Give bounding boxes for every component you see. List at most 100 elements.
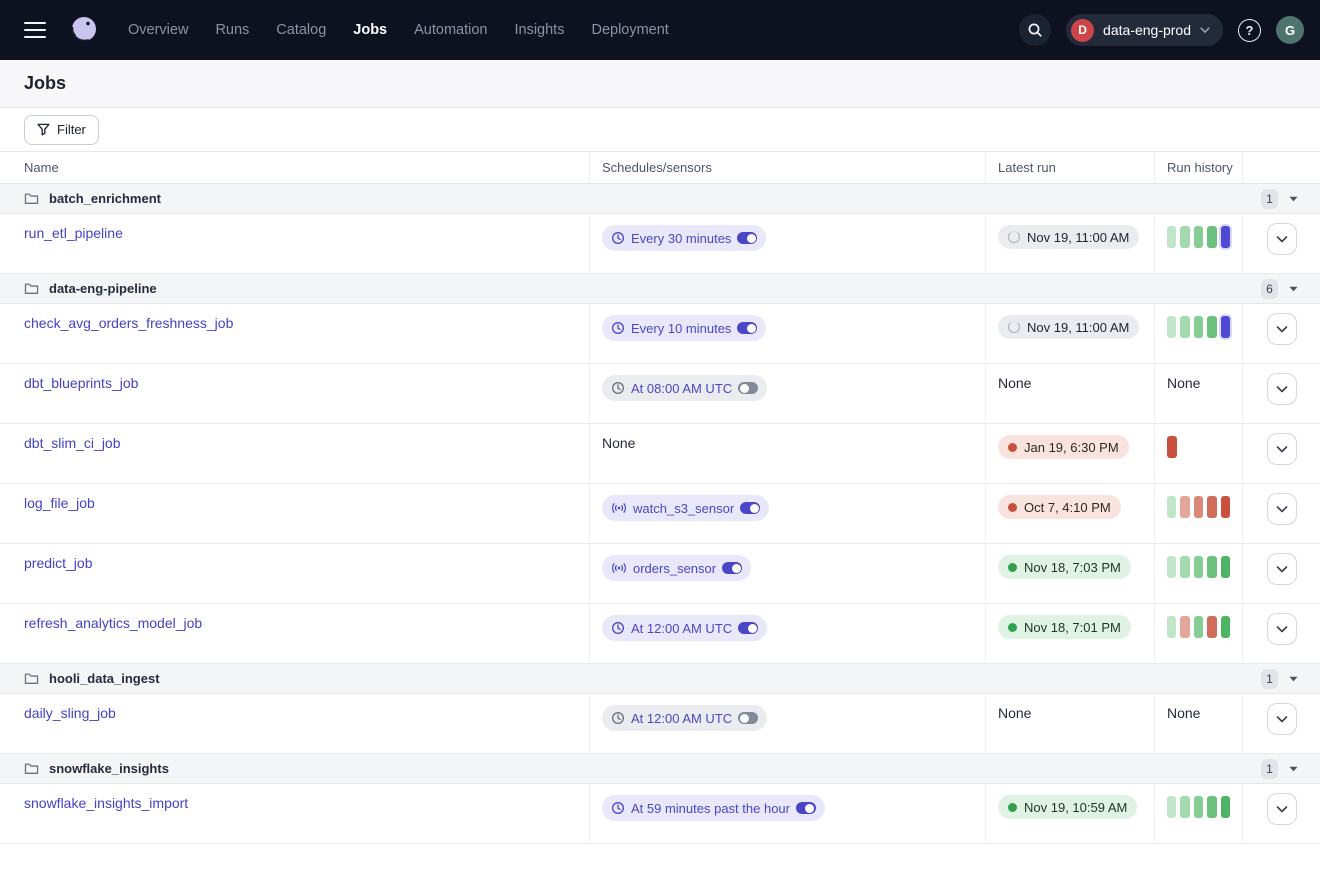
run-chip-success[interactable] [1167, 496, 1176, 518]
group-row[interactable]: hooli_data_ingest1 [0, 664, 1320, 694]
nav-item-catalog[interactable]: Catalog [276, 22, 326, 38]
run-chip-failure[interactable] [1167, 436, 1177, 458]
row-expand-button[interactable] [1267, 433, 1297, 465]
row-expand-button[interactable] [1267, 223, 1297, 255]
deployment-switcher[interactable]: D data-eng-prod [1066, 14, 1223, 46]
row-expand-button[interactable] [1267, 613, 1297, 645]
latest-run-pill[interactable]: Oct 7, 4:10 PM [998, 495, 1121, 519]
job-name-link[interactable]: log_file_job [24, 495, 95, 511]
schedule-pill[interactable]: At 12:00 AM UTC [602, 615, 767, 641]
job-name-link[interactable]: check_avg_orders_freshness_job [24, 315, 233, 331]
run-chip-failure[interactable] [1207, 616, 1216, 638]
latest-run-pill[interactable]: Nov 19, 11:00 AM [998, 315, 1139, 339]
latest-run-pill[interactable]: Jan 19, 6:30 PM [998, 435, 1129, 459]
deployment-name: data-eng-prod [1103, 22, 1191, 38]
schedule-toggle[interactable] [796, 802, 816, 814]
run-chip-success[interactable] [1194, 796, 1203, 818]
run-chip-success[interactable] [1221, 796, 1230, 818]
run-history-chips [1167, 615, 1230, 638]
latest-run-pill[interactable]: Nov 19, 10:59 AM [998, 795, 1137, 819]
row-expand-button[interactable] [1267, 313, 1297, 345]
nav-item-runs[interactable]: Runs [215, 22, 249, 38]
nav-item-automation[interactable]: Automation [414, 22, 487, 38]
run-chip-success[interactable] [1167, 316, 1176, 338]
run-chip-success[interactable] [1221, 556, 1230, 578]
schedule-pill[interactable]: Every 10 minutes [602, 315, 766, 341]
row-expand-button[interactable] [1267, 493, 1297, 525]
latest-run-pill[interactable]: Nov 18, 7:01 PM [998, 615, 1131, 639]
latest-run-pill[interactable]: Nov 18, 7:03 PM [998, 555, 1131, 579]
run-chip-success[interactable] [1194, 316, 1203, 338]
row-expand-button[interactable] [1267, 553, 1297, 585]
schedule-toggle[interactable] [738, 382, 758, 394]
job-name-link[interactable]: predict_job [24, 555, 93, 571]
run-chip-failure[interactable] [1180, 496, 1189, 518]
schedule-toggle[interactable] [740, 502, 760, 514]
latest-run-pill[interactable]: Nov 19, 11:00 AM [998, 225, 1139, 249]
nav-item-insights[interactable]: Insights [514, 22, 564, 38]
schedule-pill[interactable]: At 08:00 AM UTC [602, 375, 767, 401]
row-expand-button[interactable] [1267, 703, 1297, 735]
schedule-toggle[interactable] [738, 622, 758, 634]
schedule-toggle[interactable] [722, 562, 742, 574]
help-button[interactable]: ? [1238, 19, 1261, 42]
run-chip-running[interactable] [1221, 226, 1230, 248]
run-chip-success[interactable] [1180, 796, 1189, 818]
sensor-pill[interactable]: orders_sensor [602, 555, 751, 581]
run-chip-success[interactable] [1167, 556, 1176, 578]
top-nav: Overview Runs Catalog Jobs Automation Insight… [0, 0, 1320, 60]
run-chip-success[interactable] [1207, 796, 1216, 818]
sensor-pill[interactable]: watch_s3_sensor [602, 495, 769, 521]
schedule-pill[interactable]: At 59 minutes past the hour [602, 795, 825, 821]
run-chip-success[interactable] [1194, 616, 1203, 638]
collapse-caret-icon[interactable] [1289, 196, 1298, 202]
search-button[interactable] [1019, 14, 1051, 46]
run-chip-success[interactable] [1194, 556, 1203, 578]
schedule-toggle[interactable] [737, 322, 757, 334]
job-name-link[interactable]: run_etl_pipeline [24, 225, 123, 241]
job-name-link[interactable]: daily_sling_job [24, 705, 116, 721]
nav-item-jobs[interactable]: Jobs [353, 22, 387, 38]
run-chip-failure[interactable] [1207, 496, 1216, 518]
group-row[interactable]: data-eng-pipeline6 [0, 274, 1320, 304]
run-chip-success[interactable] [1207, 556, 1216, 578]
row-expand-button[interactable] [1267, 793, 1297, 825]
schedule-label: watch_s3_sensor [633, 501, 734, 516]
run-chip-running[interactable] [1221, 316, 1230, 338]
hamburger-menu-icon[interactable] [24, 22, 46, 38]
nav-item-overview[interactable]: Overview [128, 22, 188, 38]
run-chip-failure[interactable] [1180, 616, 1189, 638]
group-row[interactable]: batch_enrichment1 [0, 184, 1320, 214]
run-chip-success[interactable] [1167, 796, 1176, 818]
schedule-pill[interactable]: Every 30 minutes [602, 225, 766, 251]
run-chip-success[interactable] [1221, 616, 1230, 638]
run-chip-success[interactable] [1194, 226, 1203, 248]
run-chip-success[interactable] [1167, 616, 1176, 638]
row-expand-button[interactable] [1267, 373, 1297, 405]
run-chip-success[interactable] [1180, 556, 1189, 578]
nav-item-deployment[interactable]: Deployment [591, 22, 668, 38]
run-chip-success[interactable] [1207, 226, 1216, 248]
avatar[interactable]: G [1276, 16, 1304, 44]
clock-icon [611, 321, 625, 335]
filter-button[interactable]: Filter [24, 115, 99, 145]
job-name-link[interactable]: refresh_analytics_model_job [24, 615, 202, 631]
job-name-link[interactable]: dbt_blueprints_job [24, 375, 138, 391]
run-chip-success[interactable] [1167, 226, 1176, 248]
collapse-caret-icon[interactable] [1289, 766, 1298, 772]
dagster-logo-icon[interactable] [66, 10, 104, 50]
run-chip-success[interactable] [1180, 316, 1189, 338]
schedule-pill[interactable]: At 12:00 AM UTC [602, 705, 767, 731]
run-chip-failure[interactable] [1194, 496, 1203, 518]
group-row[interactable]: snowflake_insights1 [0, 754, 1320, 784]
run-chip-success[interactable] [1207, 316, 1216, 338]
schedule-toggle[interactable] [738, 712, 758, 724]
collapse-caret-icon[interactable] [1289, 676, 1298, 682]
run-chip-failure[interactable] [1221, 496, 1230, 518]
page-title: Jobs [24, 73, 66, 94]
job-name-link[interactable]: snowflake_insights_import [24, 795, 188, 811]
collapse-caret-icon[interactable] [1289, 286, 1298, 292]
run-chip-success[interactable] [1180, 226, 1189, 248]
schedule-toggle[interactable] [737, 232, 757, 244]
job-name-link[interactable]: dbt_slim_ci_job [24, 435, 121, 451]
